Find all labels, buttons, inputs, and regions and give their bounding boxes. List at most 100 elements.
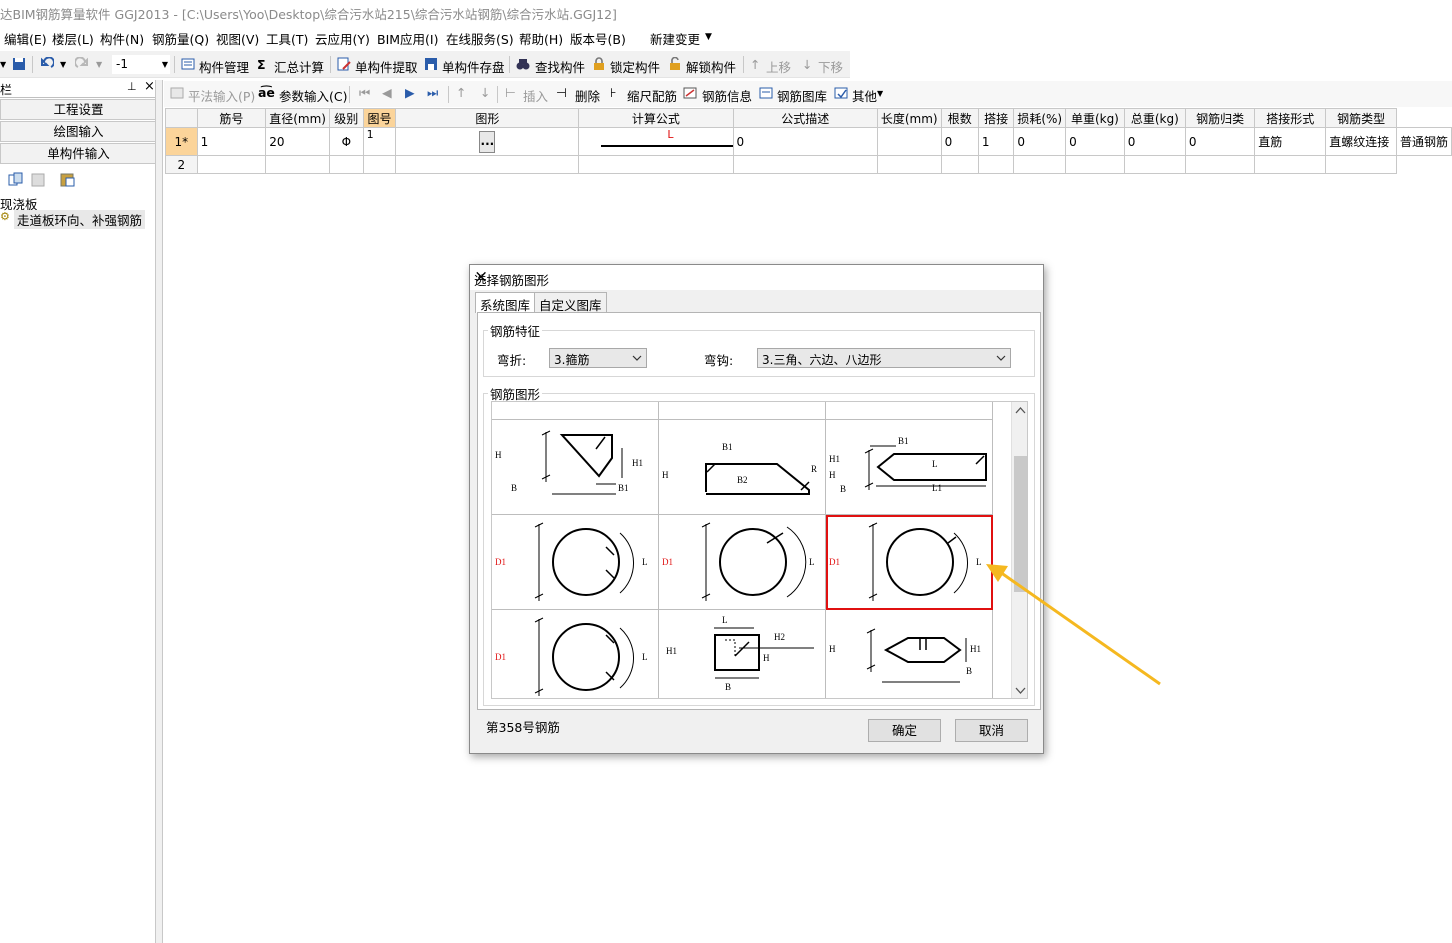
chevron-down-icon[interactable]: ▼ [0, 60, 6, 69]
paste-icon[interactable] [31, 172, 47, 188]
tree-item-selected[interactable]: 走道板环向、补强钢筋 [14, 210, 146, 229]
bend-select[interactable]: 3.箍筋 [549, 348, 647, 368]
shape-cell[interactable]: D1 L [659, 515, 826, 610]
menu-cloud[interactable]: 云应用(Y) [315, 29, 370, 48]
arrow-up-icon[interactable]: ↑ [456, 85, 466, 100]
scale-rebar-button[interactable]: 缩尺配筋 [627, 86, 677, 105]
row-number[interactable]: 1* [165, 127, 198, 156]
cell-formula-desc[interactable] [876, 127, 942, 156]
shape-cell[interactable]: H1 H B B1 L L1 [826, 420, 993, 515]
menu-component[interactable]: 构件(N) [100, 29, 144, 48]
col-header[interactable]: 直径(mm) [265, 108, 330, 128]
param-input-button[interactable]: 参数输入(C) [279, 86, 347, 105]
last-icon[interactable]: ⏭ [427, 85, 438, 101]
first-icon[interactable]: ⏮ [359, 85, 370, 101]
cell-shape[interactable]: L [578, 127, 734, 156]
pin-icon[interactable]: ⊥ [127, 80, 137, 93]
table-row[interactable]: 1* 1 20 Φ 1 ... L 0 0 1 0 0 0 0 直筋 直螺纹连接… [165, 127, 1452, 156]
shape-cell[interactable]: D1 L [492, 610, 659, 698]
menu-online[interactable]: 在线服务(S) [446, 29, 514, 48]
shape-cell[interactable]: D1 L [492, 515, 659, 610]
redo-icon[interactable] [75, 57, 89, 71]
menu-view[interactable]: 视图(V) [216, 29, 259, 48]
cancel-button[interactable]: 取消 [955, 719, 1028, 742]
shape-cell[interactable]: H B H1 B1 [492, 420, 659, 515]
chevron-down-icon[interactable]: ▼ [705, 32, 712, 42]
other-button[interactable]: 其他 [852, 86, 877, 105]
col-header[interactable]: 搭接形式 [1254, 108, 1327, 128]
cell-grade[interactable]: Φ [328, 127, 364, 156]
col-header[interactable]: 级别 [328, 108, 364, 128]
col-header[interactable]: 根数 [940, 108, 979, 128]
row-number[interactable]: 2 [165, 155, 198, 174]
cell-bar-no[interactable]: 1 [196, 127, 267, 156]
shape-cell[interactable]: B1 H B2 R [659, 420, 826, 515]
col-header[interactable]: 钢筋归类 [1184, 108, 1256, 128]
table-row[interactable]: 2 [165, 155, 1452, 174]
arrow-down-icon[interactable]: ↓ [480, 85, 490, 100]
menu-edit[interactable]: 编辑(E) [4, 29, 47, 48]
cell-lap[interactable]: 0 [1013, 127, 1067, 156]
close-icon[interactable]: × [474, 267, 1034, 287]
save-icon[interactable] [12, 57, 26, 71]
tab-custom-library[interactable]: 自定义图库 [534, 292, 607, 313]
chevron-down-icon[interactable]: ▼ [60, 60, 66, 69]
delete-button[interactable]: 删除 [575, 86, 600, 105]
chevron-down-icon[interactable]: ▼ [96, 60, 102, 69]
menu-rebar-qty[interactable]: 钢筋量(Q) [152, 29, 209, 48]
lock-component-button[interactable]: 锁定构件 [610, 57, 660, 76]
unlock-component-button[interactable]: 解锁构件 [686, 57, 736, 76]
cell-rebar-type[interactable]: 普通钢筋 [1395, 127, 1452, 156]
cell-loss[interactable]: 0 [1065, 127, 1125, 156]
col-header[interactable]: 钢筋类型 [1325, 108, 1397, 128]
rebar-library-button[interactable]: 钢筋图库 [777, 86, 827, 105]
cell-diameter[interactable]: 20 [265, 127, 330, 156]
col-header[interactable]: 单重(kg) [1065, 108, 1125, 128]
col-header[interactable]: 图号 [362, 108, 397, 128]
menu-tools[interactable]: 工具(T) [266, 29, 308, 48]
cell-ellipsis[interactable]: ... [395, 127, 580, 156]
cell-total-weight[interactable]: 0 [1184, 127, 1256, 156]
shape-cell[interactable]: L H1 H2 H B [659, 610, 826, 698]
tab-system-library[interactable]: 系统图库 [475, 292, 536, 313]
menu-bim[interactable]: BIM应用(I) [377, 29, 439, 48]
single-extract-button[interactable]: 单构件提取 [355, 57, 418, 76]
shape-cell[interactable]: H H1 B [826, 610, 993, 698]
nav-drawing-input[interactable]: 绘图输入 [0, 121, 157, 142]
ellipsis-button[interactable]: ... [479, 130, 496, 153]
copy-icon[interactable] [8, 172, 24, 188]
single-save-button[interactable]: 单构件存盘 [442, 57, 505, 76]
col-header[interactable]: 筋号 [196, 108, 267, 128]
clipboard-icon[interactable] [60, 172, 76, 188]
col-header[interactable]: 总重(kg) [1123, 108, 1186, 128]
col-header[interactable]: 搭接 [977, 108, 1015, 128]
close-icon[interactable]: × [144, 79, 155, 94]
menu-help[interactable]: 帮助(H) [519, 29, 563, 48]
insert-button[interactable]: 插入 [523, 86, 548, 105]
panel-splitter[interactable] [155, 80, 163, 943]
component-manage-button[interactable]: 构件管理 [199, 57, 249, 76]
cell-unit-weight[interactable]: 0 [1123, 127, 1186, 156]
find-component-button[interactable]: 查找构件 [535, 57, 585, 76]
col-header[interactable]: 长度(mm) [876, 108, 942, 128]
cell-count[interactable]: 1 [977, 127, 1015, 156]
col-header[interactable]: 公式描述 [732, 108, 878, 128]
cell-category[interactable]: 直筋 [1254, 127, 1327, 156]
chevron-down-icon[interactable]: ▼ [877, 89, 883, 98]
move-down-button[interactable]: 下移 [818, 57, 843, 76]
flat-input-button[interactable]: 平法输入(P) [188, 86, 255, 105]
chevron-up-icon[interactable] [1015, 406, 1026, 415]
nav-project-settings[interactable]: 工程设置 [0, 99, 157, 120]
cell-shape-no[interactable]: 1 [362, 127, 397, 156]
prev-icon[interactable]: ◀ [382, 85, 392, 100]
cell-length[interactable]: 0 [940, 127, 979, 156]
move-up-button[interactable]: 上移 [766, 57, 791, 76]
floor-select[interactable]: -1 ▼ [112, 55, 170, 74]
hook-select[interactable]: 3.三角、六边、八边形 [757, 348, 1011, 368]
menu-new-change[interactable]: 新建变更 [650, 29, 700, 48]
col-header[interactable]: 损耗(%) [1013, 108, 1067, 128]
nav-single-component-input[interactable]: 单构件输入 [0, 143, 157, 164]
undo-icon[interactable] [40, 57, 54, 71]
shape-cell-selected[interactable]: D1 L [826, 515, 993, 610]
next-icon[interactable]: ▶ [405, 85, 415, 100]
